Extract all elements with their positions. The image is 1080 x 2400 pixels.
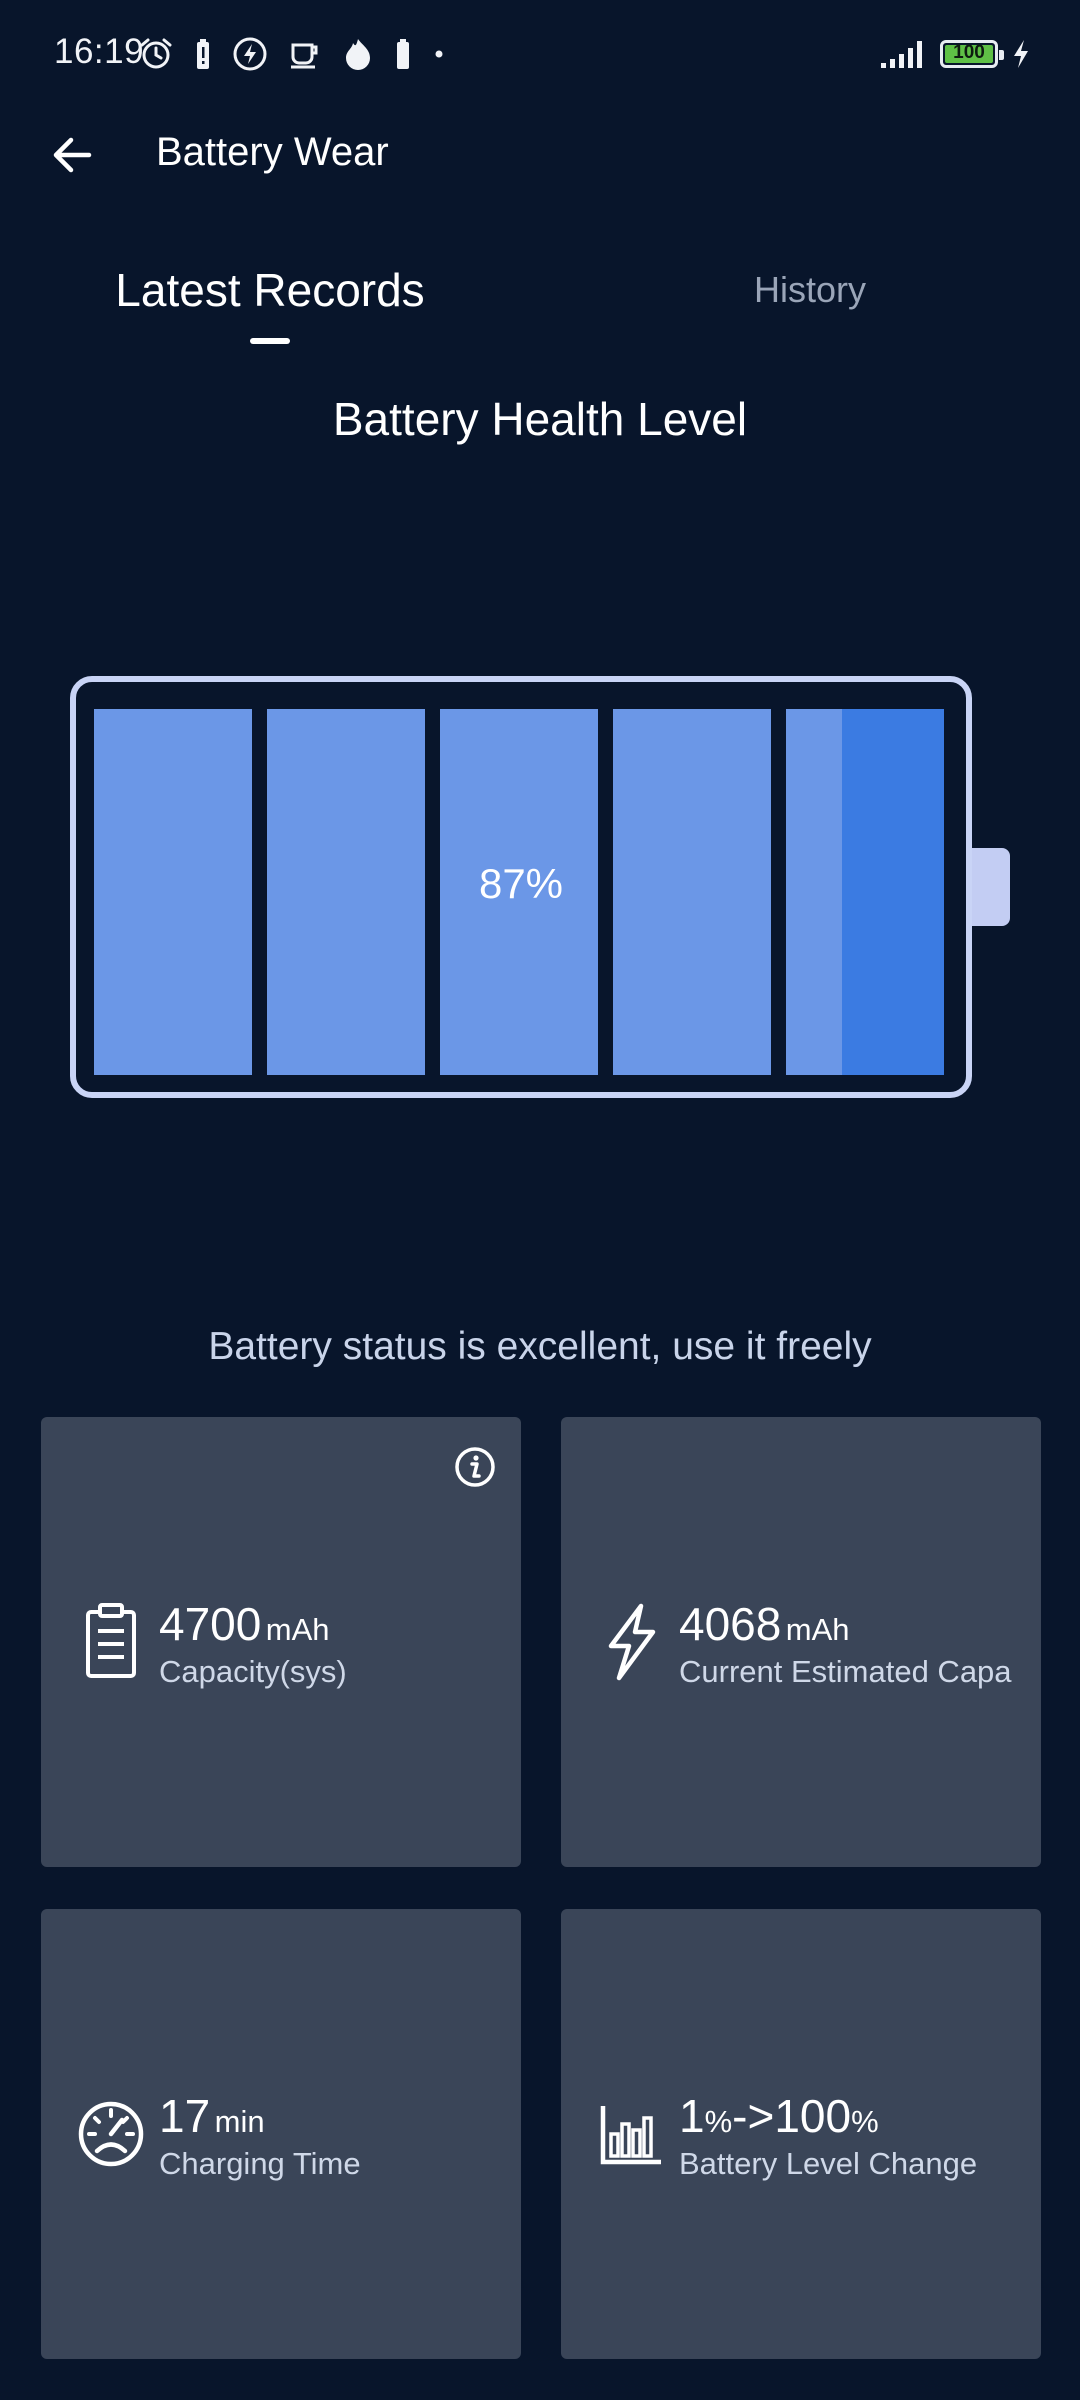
- level-start-value: 1: [679, 2090, 705, 2142]
- battery-indicator-icon: 100: [940, 40, 1004, 68]
- charging-bolt-icon: [233, 37, 267, 71]
- battery-alert-icon: [197, 39, 209, 69]
- status-bar: 16:19 100: [0, 0, 1080, 108]
- battery-indicator-level: 100: [953, 42, 985, 63]
- charging-time-value: 17: [159, 2090, 211, 2142]
- signal-icon: [881, 41, 922, 68]
- battery-health-percent: 87%: [478, 860, 564, 907]
- back-button[interactable]: [38, 120, 108, 190]
- dot-icon: [435, 50, 443, 58]
- level-end-unit: %: [851, 2104, 879, 2139]
- estimated-capacity-label: Current Estimated Capa: [679, 1654, 1012, 1689]
- card-content: 4068 mAh Current Estimated Capa: [561, 1417, 1041, 1867]
- battery-level-change-value-line: 1%->100%: [679, 2089, 879, 2143]
- capacity-card: 4700 mAh Capacity(sys): [41, 1417, 521, 1867]
- battery-icon: [397, 39, 409, 69]
- info-button[interactable]: [447, 1439, 503, 1495]
- battery-level-change-card: 1%->100% Battery Level Change: [561, 1909, 1041, 2359]
- lightning-icon: [591, 1602, 671, 1682]
- battery-indicator-nub: [999, 50, 1004, 60]
- capacity-value-line: 4700 mAh: [159, 1597, 330, 1651]
- capacity-value: 4700: [159, 1598, 262, 1650]
- capacity-label: Capacity(sys): [159, 1654, 347, 1689]
- clipboard-icon: [71, 1602, 151, 1682]
- estimated-capacity-value: 4068: [679, 1598, 782, 1650]
- estimated-capacity-unit: mAh: [785, 1612, 850, 1647]
- health-title: Battery Health Level: [332, 393, 748, 445]
- bar-chart-icon: [591, 2094, 671, 2174]
- charging-time-unit: min: [214, 2104, 265, 2139]
- status-message: Battery status is excellent, use it free…: [208, 1325, 872, 1368]
- flame-icon: [346, 39, 370, 70]
- status-icons-right: 100: [880, 34, 1030, 74]
- charging-time-value-line: 17 min: [159, 2089, 265, 2143]
- charging-time-card: 17 min Charging Time: [41, 1909, 521, 2359]
- tab-history-label: History: [753, 269, 866, 310]
- battery-tip: [972, 848, 1010, 926]
- charging-icon: [1014, 40, 1028, 68]
- tab-history[interactable]: History: [640, 250, 980, 350]
- tab-latest-records-label: Latest Records: [115, 264, 425, 316]
- capacity-unit: mAh: [265, 1612, 330, 1647]
- estimated-capacity-value-line: 4068 mAh: [679, 1597, 850, 1651]
- level-start-unit: %: [704, 2104, 733, 2139]
- estimated-capacity-card: 4068 mAh Current Estimated Capa: [561, 1417, 1041, 1867]
- battery-level-change-label: Battery Level Change: [679, 2146, 978, 2181]
- back-arrow-icon: [53, 137, 92, 173]
- info-icon: [455, 1447, 495, 1487]
- app-title: Battery Wear: [156, 130, 389, 174]
- tab-latest-records[interactable]: Latest Records: [80, 250, 460, 350]
- card-content: 17 min Charging Time: [41, 1909, 521, 2359]
- battery-wear-screen: 16:19 100 Battery Wear Latest Records Hi…: [0, 0, 1080, 2400]
- charging-time-label: Charging Time: [159, 2146, 361, 2181]
- alarm-icon: [140, 38, 172, 69]
- level-end-value: ->100: [732, 2090, 852, 2142]
- coffee-icon: [291, 43, 318, 69]
- status-icons-left: [138, 34, 446, 74]
- card-content: 1%->100% Battery Level Change: [561, 1909, 1041, 2359]
- status-time: 16:19: [54, 32, 145, 71]
- active-tab-indicator: [250, 338, 290, 344]
- battery-health-graphic: 87%: [70, 676, 972, 1098]
- speedometer-icon: [71, 2094, 151, 2174]
